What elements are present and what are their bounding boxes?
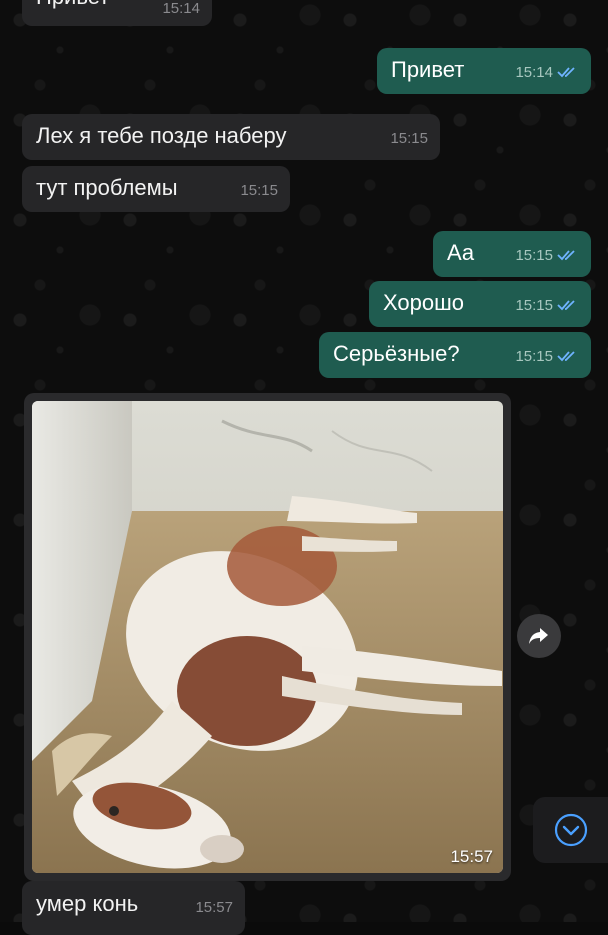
message-bubble-outgoing[interactable]: Привет 15:14 xyxy=(377,48,591,94)
photo-image xyxy=(32,401,503,873)
message-meta: 15:15 xyxy=(515,293,579,319)
double-check-icon xyxy=(557,250,575,261)
message-time: 15:57 xyxy=(450,847,493,866)
message-bubble-incoming[interactable]: Лех я тебе позде наберу 15:15 xyxy=(22,114,440,160)
message-time: 15:14 xyxy=(515,64,553,81)
forward-arrow-icon xyxy=(529,628,548,644)
message-photo-incoming[interactable]: 15:57 xyxy=(24,393,511,881)
forward-button[interactable] xyxy=(517,614,561,658)
chevron-down-circle-icon xyxy=(554,813,587,847)
message-text: Привет xyxy=(391,57,465,82)
message-time: 15:15 xyxy=(515,348,553,365)
message-time: 15:15 xyxy=(390,130,428,147)
double-check-icon xyxy=(557,300,575,311)
message-time: 15:57 xyxy=(195,899,233,916)
chat-message-list[interactable]: Привет 15:14 Привет 15:14 Лех я тебе поз… xyxy=(0,0,608,935)
message-bubble-incoming[interactable]: Привет 15:14 xyxy=(22,0,212,26)
message-time: 15:15 xyxy=(515,297,553,314)
message-time: 15:14 xyxy=(162,0,200,17)
message-bubble-incoming[interactable]: тут проблемы 15:15 xyxy=(22,166,290,212)
message-text: умер конь xyxy=(36,891,139,916)
scroll-to-bottom-button[interactable] xyxy=(533,797,608,863)
message-bubble-incoming[interactable]: умер конь 15:57 xyxy=(22,881,245,935)
message-bubble-outgoing[interactable]: Серьёзные? 15:15 xyxy=(319,332,591,378)
message-text: Привет xyxy=(36,0,109,10)
message-text: Лех я тебе позде наберу xyxy=(36,123,287,148)
message-time: 15:15 xyxy=(515,247,553,264)
message-meta: 15:15 xyxy=(515,344,579,370)
message-bubble-outgoing[interactable]: Хорошо 15:15 xyxy=(369,281,591,327)
message-time: 15:15 xyxy=(240,182,278,199)
message-meta: 15:14 xyxy=(515,60,579,86)
message-text: Хорошо xyxy=(383,290,465,315)
double-check-icon xyxy=(557,67,575,78)
message-text: Серьёзные? xyxy=(333,341,460,366)
message-bubble-outgoing[interactable]: Аа 15:15 xyxy=(433,231,591,277)
double-check-icon xyxy=(557,351,575,362)
message-text: тут проблемы xyxy=(36,175,178,200)
message-text: Аа xyxy=(447,240,475,265)
message-meta: 15:15 xyxy=(515,243,579,269)
